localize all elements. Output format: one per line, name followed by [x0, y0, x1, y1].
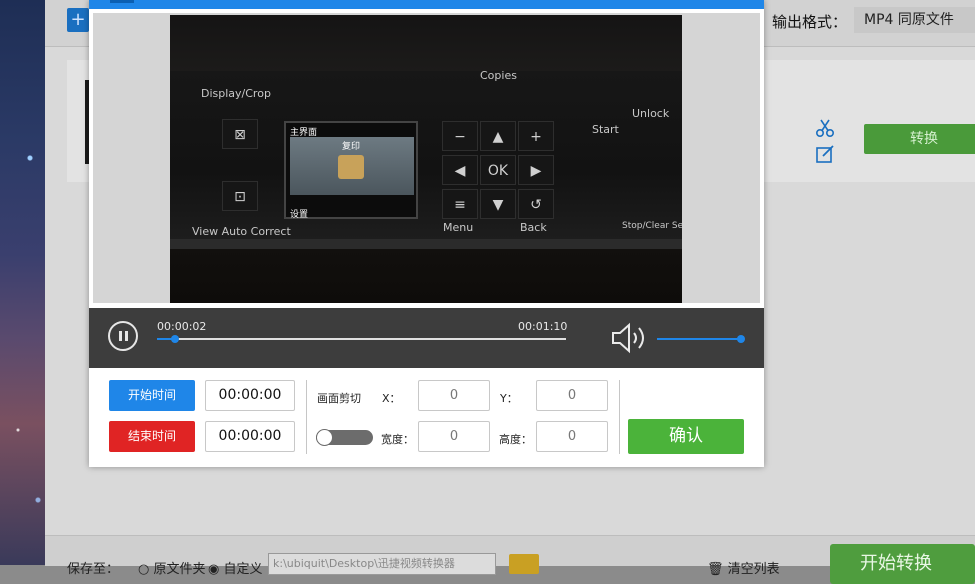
frame-btn-minus: −	[442, 121, 478, 151]
end-time-input[interactable]: 00:00:00	[205, 421, 295, 452]
output-format-label: 输出格式：	[772, 13, 848, 31]
divider	[619, 380, 620, 454]
convert-button[interactable]: 转换	[864, 124, 975, 154]
player-bar: 00:00:02 00:01:10	[89, 308, 764, 368]
frame-text-copies: Copies	[480, 69, 517, 82]
radio-custom-folder[interactable]: ◉ 自定义	[208, 558, 263, 577]
width-input[interactable]: 0	[418, 421, 490, 452]
frame-button-view: ⊡	[222, 181, 258, 211]
current-time: 00:00:02	[157, 320, 207, 333]
desktop-wallpaper	[0, 0, 45, 565]
frame-text-start: Start	[592, 123, 619, 136]
frame-btn-up: ▲	[480, 121, 516, 151]
dialog-title-tab	[110, 0, 134, 3]
pause-icon[interactable]	[108, 321, 138, 351]
output-path-input[interactable]: k:\ubiquit\Desktop\迅捷视频转换器	[268, 553, 496, 575]
frame-btn-left: ◀	[442, 155, 478, 185]
frame-text-view-auto-correct: View Auto Correct	[192, 225, 291, 238]
crop-toggle[interactable]	[316, 429, 373, 446]
start-convert-label: 开始转换	[860, 553, 932, 574]
scissors-icon[interactable]	[815, 118, 835, 138]
clear-list-label: 清空列表	[727, 562, 780, 577]
frame-lcd-bottom: 设置	[290, 210, 309, 220]
frame-text-menu: Menu	[443, 221, 474, 234]
clear-list-button[interactable]: 🗑 清空列表	[707, 558, 780, 577]
height-label: 高度：	[499, 433, 532, 446]
frame-text-display-crop: Display/Crop	[201, 87, 271, 100]
frame-btn-back: ↺	[518, 189, 554, 219]
start-convert-button[interactable]: 开始转换	[830, 544, 975, 584]
frame-btn-ok: OK	[480, 155, 516, 185]
radio-original-label: 原文件夹	[153, 562, 206, 577]
frame-btn-plus: +	[518, 121, 554, 151]
output-format-select[interactable]: MP4 同原文件	[854, 7, 975, 33]
frame-button-display: ⊠	[222, 119, 258, 149]
start-time-input[interactable]: 00:00:00	[205, 380, 295, 411]
crop-toggle-knob	[316, 429, 333, 446]
volume-knob[interactable]	[737, 335, 745, 343]
app-footer: 保存至： ○ 原文件夹 ◉ 自定义 k:\ubiquit\Desktop\迅捷视…	[45, 535, 975, 584]
frame-btn-right: ▶	[518, 155, 554, 185]
total-time: 00:01:10	[518, 320, 568, 333]
frame-text-back: Back	[520, 221, 547, 234]
width-label: 宽度：	[381, 433, 414, 446]
y-label: Y：	[500, 392, 518, 405]
frame-lcd-center-text: 复印	[342, 142, 361, 152]
video-frame-printer-panel: Display/Crop View Auto Correct ⊠ ⊡ 主界面 复…	[170, 69, 682, 239]
radio-custom-label: 自定义	[223, 562, 263, 577]
radio-original-folder[interactable]: ○ 原文件夹	[138, 558, 206, 577]
start-time-button[interactable]: 开始时间	[109, 380, 195, 411]
save-to-label: 保存至：	[67, 562, 120, 577]
video-edit-dialog: Display/Crop View Auto Correct ⊠ ⊡ 主界面 复…	[89, 0, 764, 467]
volume-slider[interactable]	[657, 335, 745, 343]
frame-lcd-copy-icon	[338, 155, 364, 179]
y-input[interactable]: 0	[536, 380, 608, 411]
frame-btn-down: ▼	[480, 189, 516, 219]
divider	[306, 380, 307, 454]
trim-crop-controls: 开始时间 结束时间 00:00:00 00:00:00 画面剪切 X： 0 Y：…	[89, 368, 764, 467]
folder-icon[interactable]	[509, 554, 539, 574]
height-input[interactable]: 0	[536, 421, 608, 452]
frame-lcd-screen: 复印	[290, 137, 414, 195]
frame-bottom-strip	[170, 239, 682, 249]
video-preview: Display/Crop View Auto Correct ⊠ ⊡ 主界面 复…	[170, 15, 682, 303]
edit-icon[interactable]	[815, 144, 835, 164]
frame-lcd: 主界面 复印 设置	[284, 121, 418, 220]
add-file-button[interactable]: +	[67, 8, 89, 32]
frame-text-stop-clear: Stop/Clear Setti	[622, 221, 682, 231]
progress-slider[interactable]	[157, 335, 566, 343]
x-label: X：	[382, 392, 401, 405]
frame-text-unlock: Unlock	[632, 107, 670, 120]
confirm-button[interactable]: 确认	[628, 419, 744, 454]
end-time-button[interactable]: 结束时间	[109, 421, 195, 452]
volume-icon[interactable]	[610, 322, 648, 354]
progress-knob[interactable]	[171, 335, 180, 343]
x-input[interactable]: 0	[418, 380, 490, 411]
frame-btn-menu: ≡	[442, 189, 478, 219]
crop-label: 画面剪切	[317, 392, 361, 405]
video-preview-frame: Display/Crop View Auto Correct ⊠ ⊡ 主界面 复…	[93, 13, 760, 303]
dialog-title-bar	[89, 0, 764, 9]
